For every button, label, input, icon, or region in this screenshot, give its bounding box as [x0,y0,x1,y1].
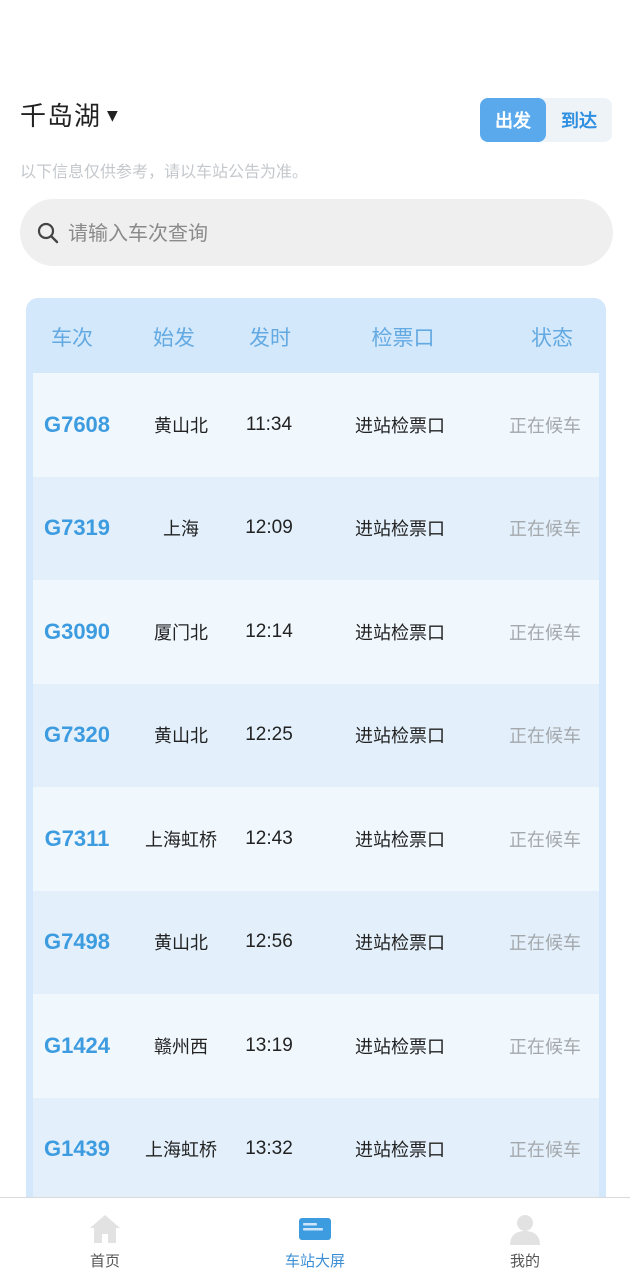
ticket-gate: 进站检票口 [355,1036,445,1058]
search-icon [37,222,59,243]
column-header-status: 状态 [531,326,573,350]
train-number: G7320 [43,722,111,748]
train-number: G1439 [43,1136,111,1162]
caret-down-icon: ▼ [107,107,118,124]
origin-station: 上海 [163,519,199,541]
origin-station: 上海虹桥 [145,1140,217,1162]
origin-station: 赣州西 [154,1036,208,1058]
station-name: 千岛湖 [20,102,102,132]
train-status: 正在候车 [509,829,581,851]
ticket-gate: 进站检票口 [355,622,445,644]
table-row[interactable]: G7498 黄山北 12:56 进站检票口 正在候车 [33,890,599,994]
column-header-train: 车次 [51,326,93,350]
table-row[interactable]: G7320 黄山北 12:25 进站检票口 正在候车 [33,683,599,787]
board-header: 车次 始发 发时 检票口 状态 [26,298,606,373]
departure-time: 11:34 [245,413,293,435]
departure-time: 12:09 [245,517,293,539]
ticket-gate: 进站检票口 [355,519,445,541]
column-header-origin: 始发 [153,326,195,350]
origin-station: 黄山北 [154,415,208,437]
station-selector[interactable]: 千岛湖 ▼ [20,96,118,133]
tab-station-screen[interactable]: 车站大屏 [235,1198,395,1280]
train-number: G1424 [43,1032,111,1058]
tab-label-profile: 我的 [509,1252,540,1270]
departure-time: 12:43 [245,827,293,849]
train-status: 正在候车 [509,1140,581,1162]
ticket-gate: 进站检票口 [355,1140,445,1162]
train-status: 正在候车 [509,933,581,955]
tab-profile[interactable]: 我的 [445,1198,605,1280]
ticket-gate: 进站检票口 [355,726,445,748]
ticket-gate: 进站检票口 [355,829,445,851]
train-number: G7311 [44,825,110,851]
depart-button[interactable]: 出发 [480,98,546,142]
column-header-gate: 检票口 [371,326,435,350]
table-row[interactable]: G7608 黄山北 11:34 进站检票口 正在候车 [33,373,599,477]
departure-board: 车次 始发 发时 检票口 状态 G7608 黄山北 11:34 进站检票口 正在… [26,298,606,1218]
train-number: G7608 [43,411,111,437]
table-row[interactable]: G1439 上海虹桥 13:32 进站检票口 正在候车 [33,1097,599,1201]
train-number: G3090 [43,618,111,644]
table-row[interactable]: G3090 厦门北 12:14 进站检票口 正在候车 [33,580,599,684]
tab-label-station-screen: 车站大屏 [284,1252,345,1270]
table-row[interactable]: G7311 上海虹桥 12:43 进站检票口 正在候车 [33,787,599,891]
tab-home[interactable]: 首页 [25,1198,185,1280]
ticket-gate: 进站检票口 [355,415,445,437]
train-status: 正在候车 [509,415,581,437]
table-row[interactable]: G7319 上海 12:09 进站检票口 正在候车 [33,476,599,580]
search-input[interactable] [68,220,548,245]
ticket-gate: 进站检票口 [355,933,445,955]
table-row[interactable]: G1424 赣州西 13:19 进站检票口 正在候车 [33,994,599,1098]
arrive-button[interactable]: 到达 [546,98,612,142]
departure-time: 12:25 [245,724,293,746]
station-screen-icon [297,1212,333,1246]
departure-time: 13:19 [245,1034,293,1056]
bottom-tab-bar: 首页 车站大屏 我的 [0,1197,630,1280]
origin-station: 厦门北 [154,622,208,644]
search-bar[interactable] [20,199,613,266]
departure-time: 12:14 [245,620,293,642]
column-header-time: 发时 [249,326,291,350]
train-status: 正在候车 [509,519,581,541]
origin-station: 上海虹桥 [145,829,217,851]
header: 千岛湖 ▼ 出发 到达 [20,96,612,144]
board-rows: G7608 黄山北 11:34 进站检票口 正在候车 G7319 上海 12:0… [33,373,599,1201]
user-icon [507,1212,543,1246]
train-status: 正在候车 [509,622,581,644]
notice-text: 以下信息仅供参考，请以车站公告为准。 [20,162,309,181]
train-status: 正在候车 [509,1036,581,1058]
departure-time: 13:32 [245,1138,293,1160]
train-number: G7498 [43,929,111,955]
train-number: G7319 [43,515,111,541]
departure-time: 12:56 [245,931,293,953]
direction-toggle: 出发 到达 [480,98,612,142]
home-icon [87,1212,123,1246]
tab-label-home: 首页 [89,1252,120,1270]
origin-station: 黄山北 [154,933,208,955]
origin-station: 黄山北 [154,726,208,748]
train-status: 正在候车 [509,726,581,748]
